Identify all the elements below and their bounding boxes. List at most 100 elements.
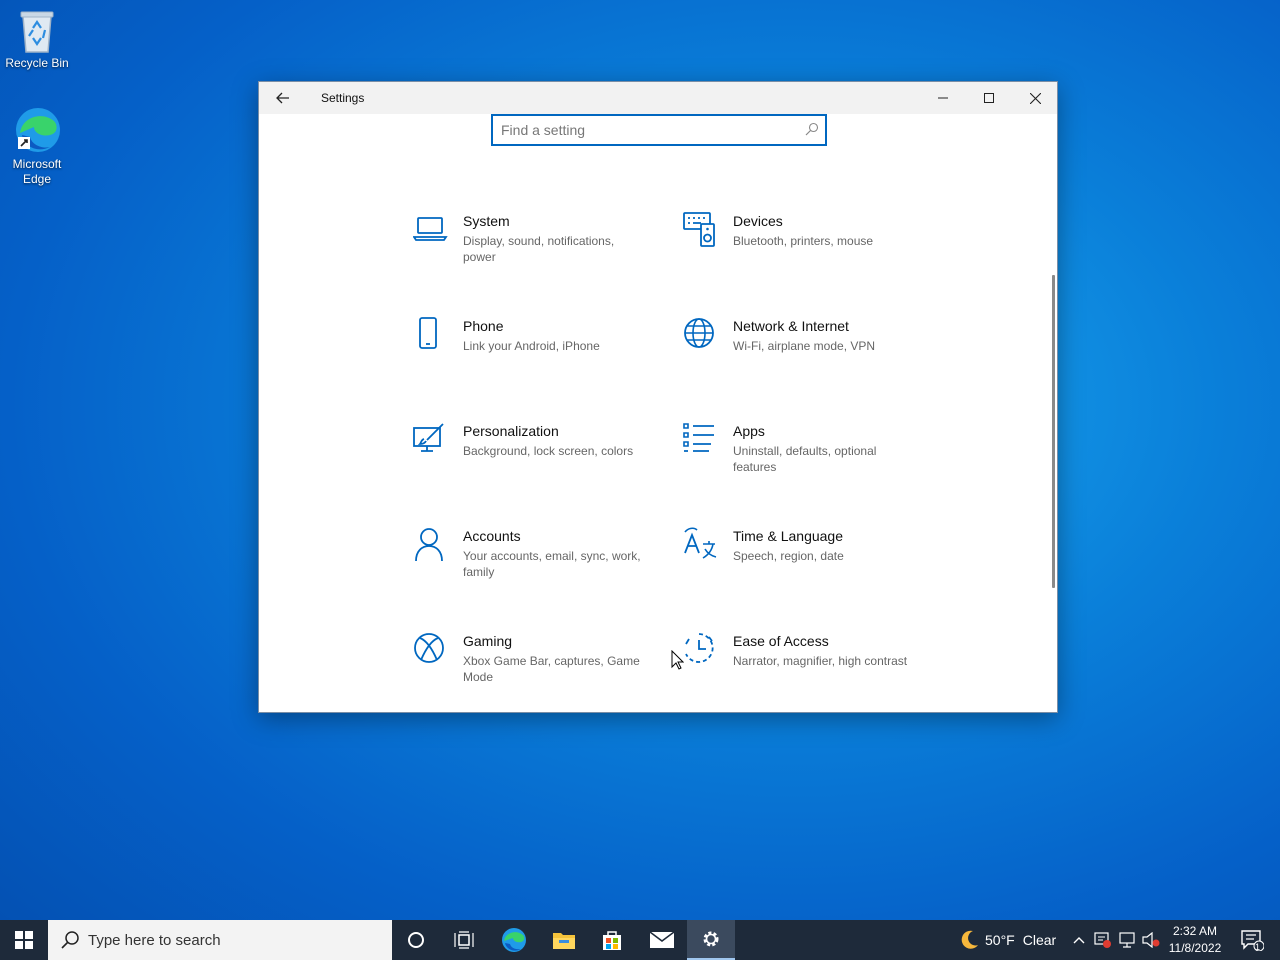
maximize-button[interactable] <box>966 82 1012 114</box>
ease-of-access-icon <box>685 633 714 663</box>
tile-ease-of-access[interactable]: Ease of Access Narrator, magnifier, high… <box>683 632 933 712</box>
tile-description: Background, lock screen, colors <box>463 444 634 458</box>
paintbrush-icon <box>413 423 444 452</box>
person-icon <box>415 528 443 562</box>
taskbar-mail-button[interactable] <box>638 920 686 960</box>
tile-gaming[interactable]: Gaming Xbox Game Bar, captures, Game Mod… <box>413 632 663 712</box>
maximize-icon <box>984 93 994 103</box>
action-center-button[interactable]: 1 <box>1232 920 1272 960</box>
edge-icon <box>16 108 60 152</box>
recycle-bin-icon <box>20 11 54 53</box>
tile-system[interactable]: System Display, sound, notifications, po… <box>413 212 663 292</box>
store-icon <box>603 931 621 950</box>
minimize-button[interactable] <box>920 82 966 114</box>
notification-count-badge: 1 <box>1255 942 1261 952</box>
moon-icon <box>961 930 978 949</box>
desktop-icon-microsoft-edge[interactable]: Microsoft Edge <box>0 105 74 187</box>
tile-devices[interactable]: Devices Bluetooth, printers, mouse <box>683 212 933 292</box>
weather-temperature: 50°F <box>985 932 1015 948</box>
tile-title: Time & Language <box>733 528 843 544</box>
tile-network-internet[interactable]: Network & Internet Wi-Fi, airplane mode,… <box>683 317 933 397</box>
tile-description: Bluetooth, printers, mouse <box>733 234 874 248</box>
tile-apps[interactable]: Apps Uninstall, defaults, optional featu… <box>683 422 933 502</box>
weather-widget[interactable]: 50°F Clear <box>985 920 1065 960</box>
tile-title: System <box>463 213 510 229</box>
tile-title: Devices <box>733 213 783 229</box>
phone-icon <box>419 317 437 349</box>
window-title: Settings <box>321 91 365 105</box>
taskbar-edge-button[interactable] <box>490 920 538 960</box>
task-view-button[interactable] <box>440 920 488 960</box>
chevron-up-icon <box>1073 937 1085 944</box>
network-icon <box>1119 932 1135 948</box>
tile-phone[interactable]: Phone Link your Android, iPhone <box>413 317 663 397</box>
settings-search-box[interactable] <box>491 114 827 146</box>
xbox-icon <box>414 633 444 663</box>
network-tray-button[interactable] <box>1116 920 1138 960</box>
time-language-icon <box>684 527 717 559</box>
show-hidden-icons-button[interactable] <box>1068 920 1090 960</box>
tile-title: Network & Internet <box>733 318 849 334</box>
laptop-icon <box>413 217 448 241</box>
tile-description: Xbox Game Bar, captures, Game Mode <box>463 654 640 684</box>
tile-title: Personalization <box>463 423 559 439</box>
cortana-button[interactable] <box>392 920 440 960</box>
desktop-icon-label: Recycle Bin <box>5 56 69 70</box>
edge-icon <box>502 928 526 952</box>
weather-widget-icon-button[interactable] <box>955 920 983 960</box>
taskbar-search-box[interactable]: Type here to search <box>48 920 392 960</box>
start-button[interactable] <box>0 920 48 960</box>
tile-description: Link your Android, iPhone <box>463 339 600 353</box>
tile-description: Your accounts, email, sync, work, family <box>463 549 641 579</box>
search-icon[interactable] <box>805 122 819 136</box>
back-button[interactable] <box>267 82 299 114</box>
mail-icon <box>649 931 675 948</box>
tile-description: Speech, region, date <box>733 549 844 563</box>
globe-icon <box>684 318 714 348</box>
mouse-cursor-icon <box>671 650 684 670</box>
taskbar-search-placeholder: Type here to search <box>88 932 221 949</box>
settings-window: Settings System Display, sound, notifica… <box>258 81 1058 713</box>
taskbar-settings-button[interactable] <box>687 920 735 960</box>
desktop-icon-label: Microsoft Edge <box>12 157 62 186</box>
volume-muted-icon <box>1142 932 1160 948</box>
vertical-scrollbar[interactable] <box>1052 275 1055 588</box>
apps-list-icon <box>683 423 714 452</box>
desktop-icon-recycle-bin[interactable]: Recycle Bin <box>0 8 74 71</box>
tile-personalization[interactable]: Personalization Background, lock screen,… <box>413 422 663 502</box>
settings-search-input[interactable] <box>501 121 791 139</box>
taskbar-store-button[interactable] <box>588 920 636 960</box>
tile-title: Accounts <box>463 528 521 544</box>
clock-date: 11/8/2022 <box>1168 941 1222 955</box>
taskbar-clock[interactable]: 2:32 AM 11/8/2022 <box>1162 923 1228 957</box>
folder-icon <box>553 933 575 949</box>
title-bar[interactable]: Settings <box>259 82 1057 114</box>
tile-time-language[interactable]: Time & Language Speech, region, date <box>683 527 933 607</box>
minimize-icon <box>938 97 948 99</box>
tile-description: Uninstall, defaults, optional features <box>733 444 877 474</box>
defender-alert-icon <box>1094 932 1111 948</box>
taskbar: Type here to search 50°F Clear 2:32 AM 1… <box>0 920 1280 960</box>
clock-time: 2:32 AM <box>1172 924 1218 938</box>
tile-title: Gaming <box>463 633 513 649</box>
cortana-circle-icon <box>408 932 424 948</box>
notification-icon <box>1241 930 1264 951</box>
tile-accounts[interactable]: Accounts Your accounts, email, sync, wor… <box>413 527 663 607</box>
taskbar-file-explorer-button[interactable] <box>540 920 588 960</box>
back-arrow-icon <box>276 92 289 104</box>
tile-title: Ease of Access <box>733 633 829 649</box>
tile-title: Phone <box>463 318 504 334</box>
close-icon <box>1029 92 1041 104</box>
gear-icon <box>703 931 719 947</box>
tile-description: Wi-Fi, airplane mode, VPN <box>733 339 876 353</box>
close-button[interactable] <box>1012 82 1058 114</box>
windows-logo-icon <box>15 931 33 949</box>
volume-tray-button[interactable] <box>1140 920 1162 960</box>
task-view-icon <box>454 931 474 949</box>
tile-description: Narrator, magnifier, high contrast <box>733 654 908 668</box>
tile-title: Apps <box>733 423 765 439</box>
weather-condition: Clear <box>1022 932 1057 948</box>
devices-icon <box>683 212 715 247</box>
tile-description: Display, sound, notifications, power <box>463 234 615 264</box>
security-tray-button[interactable] <box>1092 920 1114 960</box>
